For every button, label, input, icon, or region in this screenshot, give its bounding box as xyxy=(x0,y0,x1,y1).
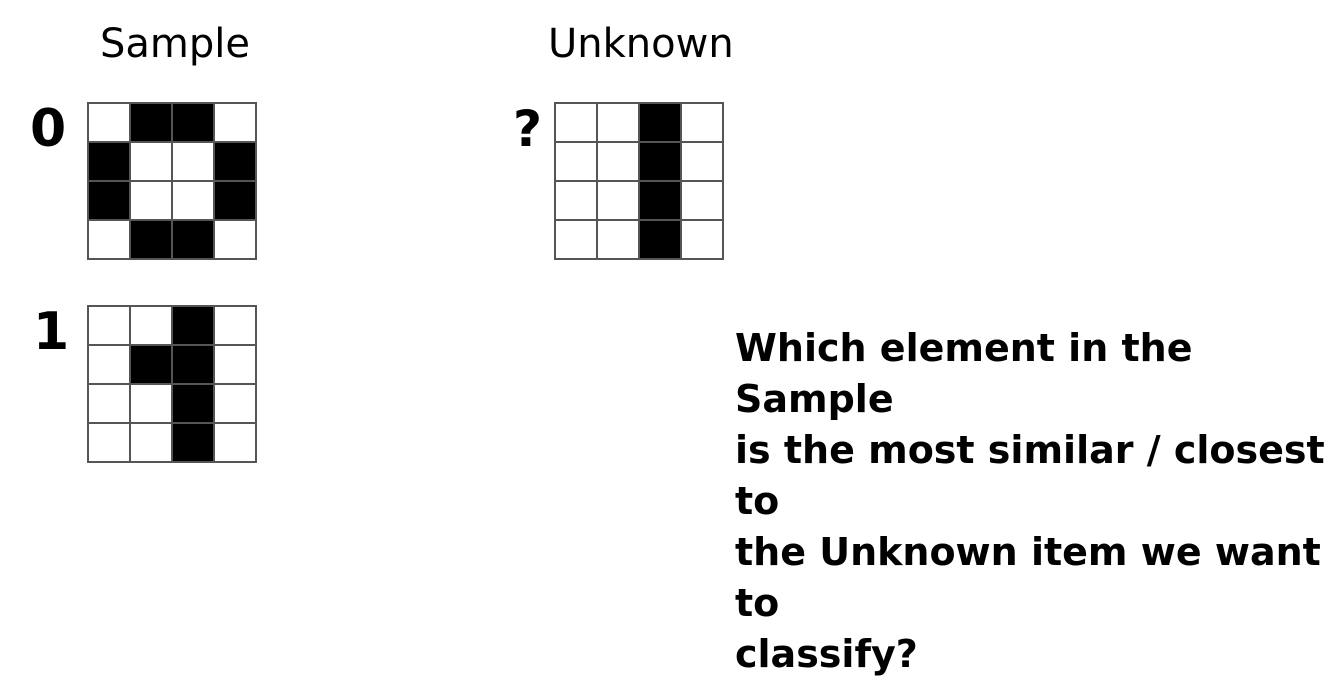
empty-cell xyxy=(131,182,171,219)
empty-cell xyxy=(556,221,596,258)
filled-cell xyxy=(215,182,255,219)
filled-cell xyxy=(173,307,213,344)
empty-cell xyxy=(215,385,255,422)
unknown-heading: Unknown xyxy=(548,21,734,67)
empty-cell xyxy=(556,104,596,141)
filled-cell xyxy=(173,221,213,258)
empty-cell xyxy=(598,182,638,219)
empty-cell xyxy=(556,182,596,219)
empty-cell xyxy=(173,143,213,180)
unknown-label: ? xyxy=(513,100,543,158)
empty-cell xyxy=(215,221,255,258)
filled-cell xyxy=(640,143,680,180)
filled-cell xyxy=(131,346,171,383)
empty-cell xyxy=(682,104,722,141)
empty-cell xyxy=(89,104,129,141)
filled-cell xyxy=(215,143,255,180)
empty-cell xyxy=(131,424,171,461)
empty-cell xyxy=(89,307,129,344)
filled-cell xyxy=(131,221,171,258)
sample-0-label: 0 xyxy=(30,99,67,159)
empty-cell xyxy=(215,307,255,344)
empty-cell xyxy=(215,104,255,141)
filled-cell xyxy=(89,182,129,219)
question-text: Which element in the Sample is the most … xyxy=(735,326,1325,676)
empty-cell xyxy=(556,143,596,180)
empty-cell xyxy=(215,424,255,461)
filled-cell xyxy=(173,104,213,141)
empty-cell xyxy=(89,385,129,422)
sample-0-grid xyxy=(87,102,257,260)
empty-cell xyxy=(682,221,722,258)
filled-cell xyxy=(131,104,171,141)
filled-cell xyxy=(640,221,680,258)
empty-cell xyxy=(682,143,722,180)
empty-cell xyxy=(598,104,638,141)
unknown-grid xyxy=(554,102,724,260)
filled-cell xyxy=(173,424,213,461)
empty-cell xyxy=(598,143,638,180)
empty-cell xyxy=(682,182,722,219)
empty-cell xyxy=(173,182,213,219)
empty-cell xyxy=(131,385,171,422)
empty-cell xyxy=(89,221,129,258)
sample-heading: Sample xyxy=(100,21,250,67)
filled-cell xyxy=(640,182,680,219)
filled-cell xyxy=(173,385,213,422)
empty-cell xyxy=(131,307,171,344)
empty-cell xyxy=(215,346,255,383)
sample-1-label: 1 xyxy=(33,302,70,362)
filled-cell xyxy=(640,104,680,141)
empty-cell xyxy=(89,346,129,383)
sample-1-grid xyxy=(87,305,257,463)
empty-cell xyxy=(131,143,171,180)
empty-cell xyxy=(89,424,129,461)
empty-cell xyxy=(598,221,638,258)
filled-cell xyxy=(89,143,129,180)
filled-cell xyxy=(173,346,213,383)
